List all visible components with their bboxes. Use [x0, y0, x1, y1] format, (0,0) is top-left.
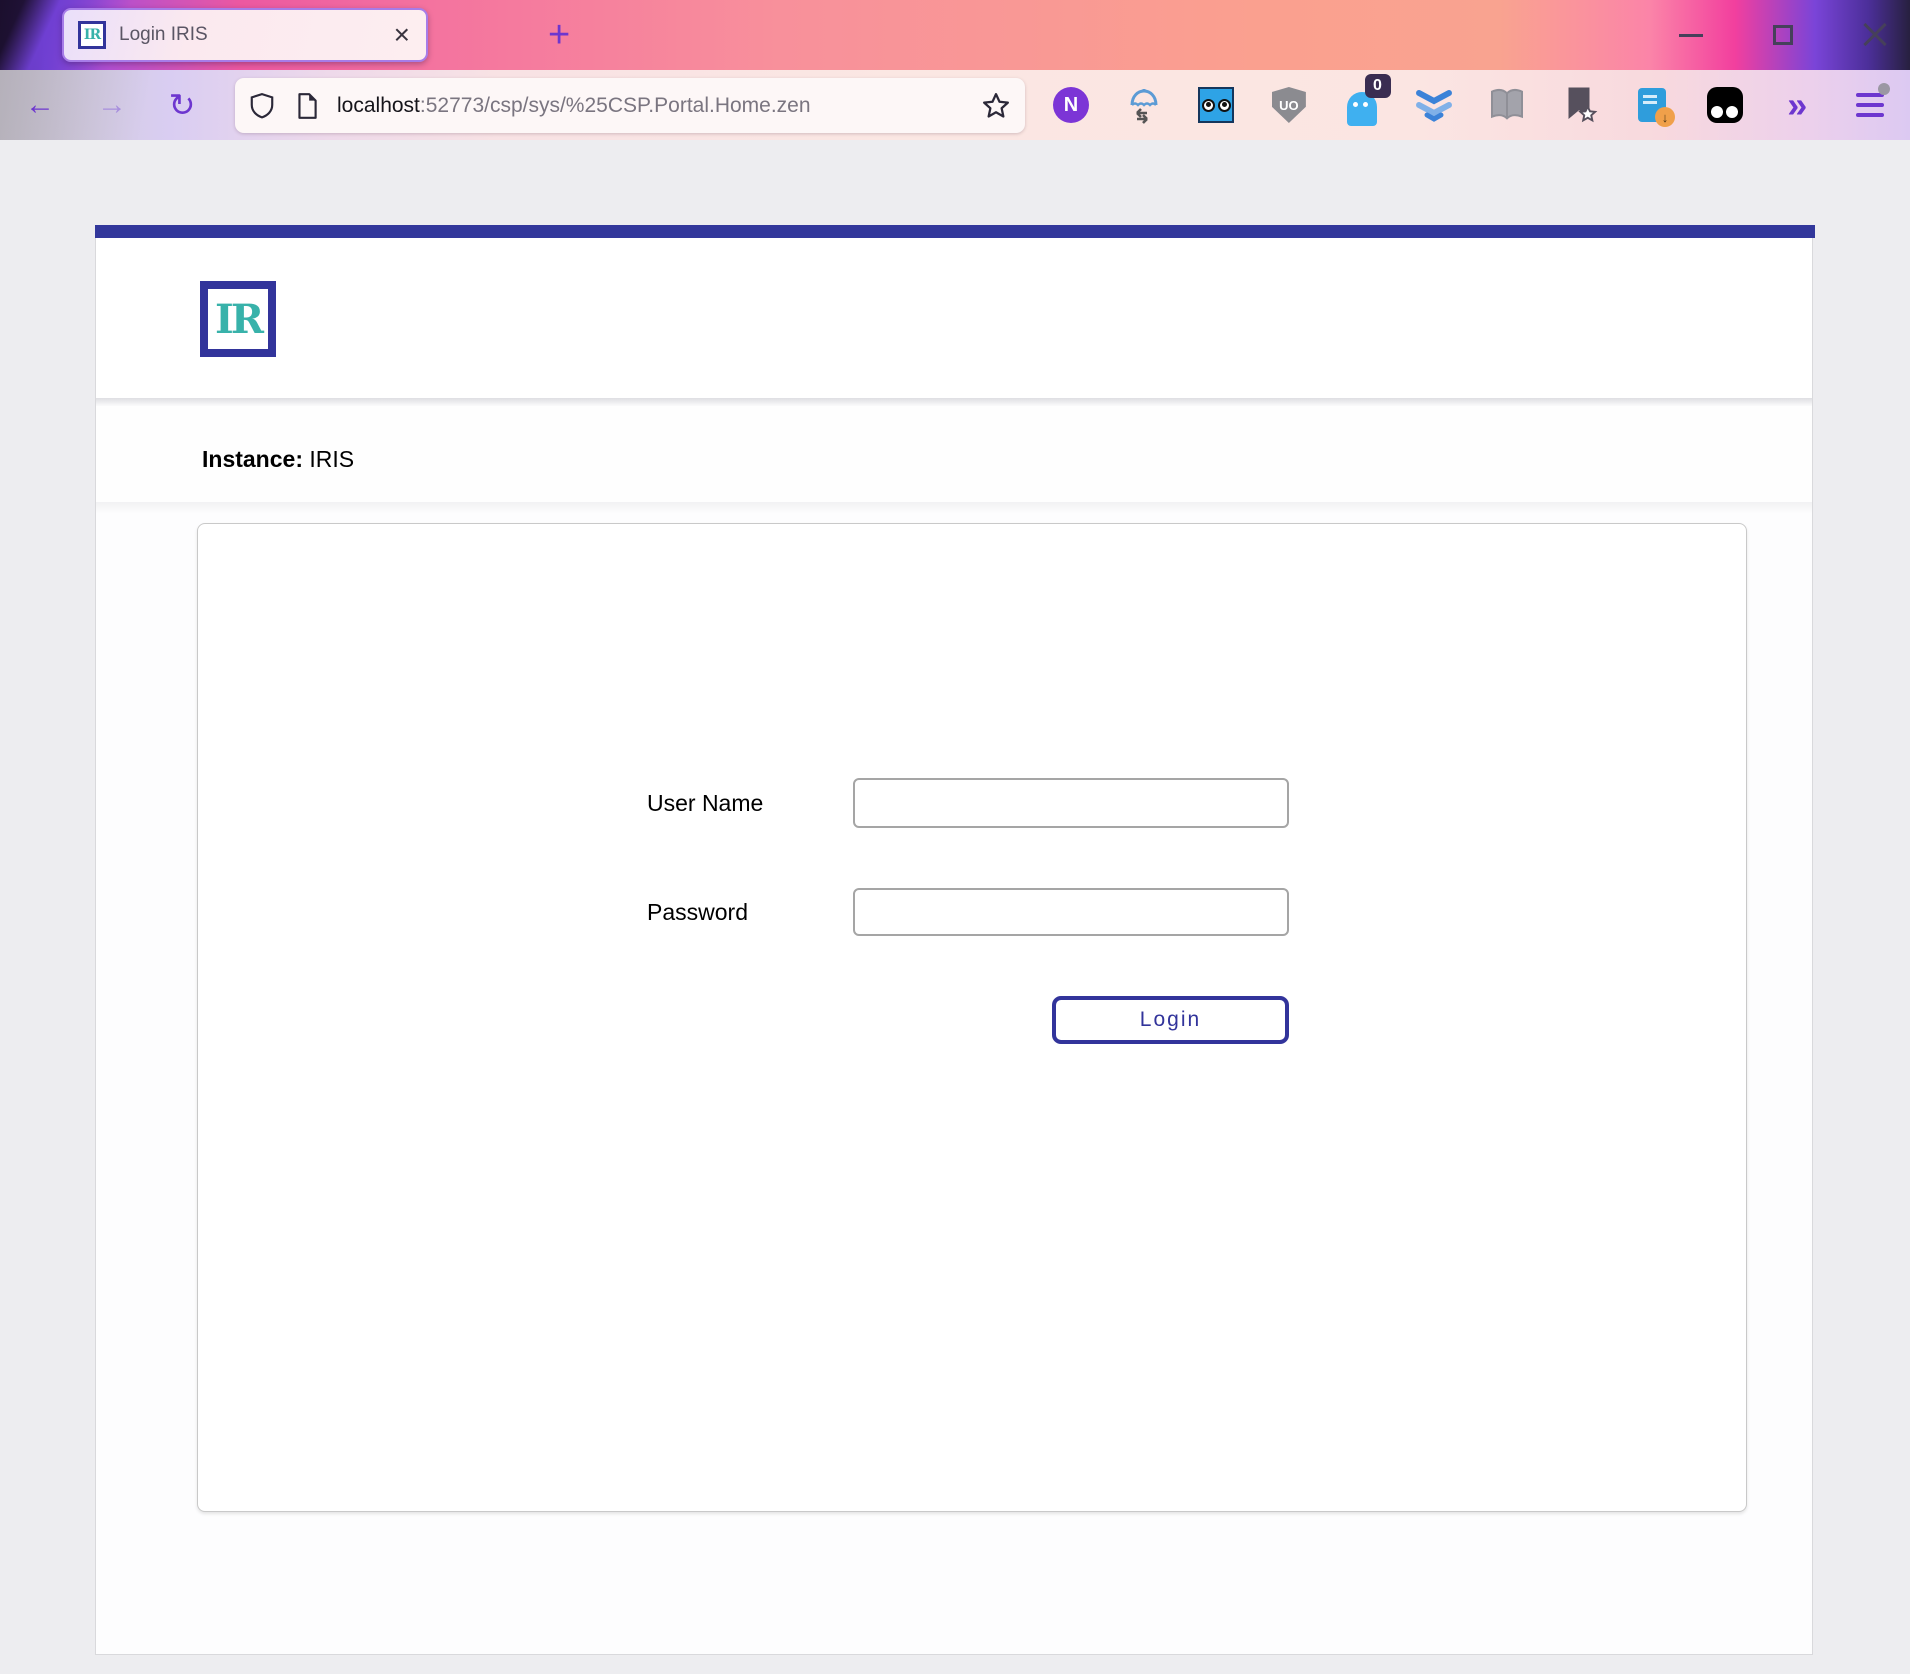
tab-bar: IR Login IRIS × +: [0, 0, 1910, 70]
overflow-chevrons-icon: »: [1787, 87, 1807, 123]
dark-reader-extension[interactable]: [1702, 82, 1748, 128]
purple-n-icon: N: [1053, 87, 1089, 123]
hamburger-menu-icon: [1856, 93, 1884, 117]
password-label: Password: [647, 888, 847, 936]
reload-button[interactable]: ↻: [160, 83, 204, 127]
new-tab-button[interactable]: +: [548, 18, 570, 52]
window-close-button[interactable]: [1858, 18, 1892, 52]
login-form-panel: User Name Password Login: [197, 523, 1747, 1512]
ublock-origin-extension[interactable]: UO: [1266, 82, 1312, 128]
menu-notification-dot: [1878, 83, 1890, 95]
instance-row: Instance: IRIS: [96, 406, 1812, 502]
url-host: localhost: [337, 94, 420, 117]
iris-logo: IR: [200, 281, 276, 357]
bookmark-star-toggle-icon[interactable]: [981, 91, 1011, 121]
ghostery-badge: 0: [1365, 74, 1391, 98]
username-input[interactable]: [853, 778, 1289, 828]
address-bar[interactable]: localhost:52773/csp/sys/%25CSP.Portal.Ho…: [235, 78, 1025, 133]
reading-list-button[interactable]: [1484, 82, 1530, 128]
brand-top-bar: [95, 225, 1815, 238]
umbrella-sync-extension[interactable]: [1121, 82, 1167, 128]
shield-icon[interactable]: [249, 92, 275, 120]
browser-tab[interactable]: IR Login IRIS ×: [62, 8, 428, 62]
open-book-icon: [1486, 85, 1528, 125]
save-document-extension[interactable]: ↓: [1629, 82, 1675, 128]
googly-eyes-extension[interactable]: [1193, 82, 1239, 128]
url-text[interactable]: localhost:52773/csp/sys/%25CSP.Portal.Ho…: [337, 94, 975, 118]
triple-chevron-icon: [1413, 85, 1455, 125]
instance-text: Instance: IRIS: [202, 446, 354, 473]
ublock-origin-label: UO: [1279, 98, 1299, 113]
tab-favicon-icon: IR: [78, 21, 106, 49]
page-viewport: IR Instance: IRIS User Name Password Log…: [0, 140, 1910, 1674]
url-fade: [905, 94, 975, 118]
triple-chevron-extension[interactable]: [1411, 82, 1457, 128]
window-controls: [1674, 0, 1892, 70]
ublock-origin-icon: UO: [1272, 87, 1306, 123]
ghostery-extension[interactable]: 0: [1339, 82, 1385, 128]
minimize-button[interactable]: [1674, 18, 1708, 52]
login-page-card: IR Instance: IRIS User Name Password Log…: [95, 225, 1813, 1655]
dark-reader-icon: [1707, 87, 1743, 123]
instance-divider: [96, 502, 1812, 514]
iris-logo-text: IR: [215, 296, 261, 343]
maximize-button[interactable]: [1766, 18, 1800, 52]
page-header: IR: [96, 238, 1812, 398]
download-arrow-icon: ↓: [1655, 107, 1675, 127]
googly-eyes-icon: [1198, 87, 1234, 123]
app-menu-button[interactable]: [1847, 82, 1893, 128]
login-button[interactable]: Login: [1052, 996, 1289, 1044]
instance-value: IRIS: [309, 446, 354, 472]
username-label: User Name: [647, 778, 847, 828]
umbrella-sync-icon: [1124, 85, 1164, 125]
bookmark-star-icon: [1558, 84, 1600, 126]
overflow-menu-button[interactable]: »: [1774, 82, 1820, 128]
url-path: :52773/csp/sys/%25CSP.Portal.Home.zen: [420, 94, 811, 117]
document-download-icon: ↓: [1638, 88, 1666, 122]
forward-button: →: [90, 83, 134, 127]
tab-favicon-text: IR: [84, 27, 100, 43]
purple-n-extension[interactable]: N: [1048, 82, 1094, 128]
header-divider: [96, 398, 1812, 406]
back-button[interactable]: ←: [18, 83, 62, 127]
password-input[interactable]: [853, 888, 1289, 936]
tab-close-icon[interactable]: ×: [392, 21, 412, 49]
tab-title: Login IRIS: [119, 24, 392, 46]
page-info-icon[interactable]: [295, 92, 319, 120]
instance-label: Instance:: [202, 446, 303, 472]
extension-icon-row: N UO 0: [1048, 70, 1893, 140]
bookmark-page-button[interactable]: [1556, 82, 1602, 128]
